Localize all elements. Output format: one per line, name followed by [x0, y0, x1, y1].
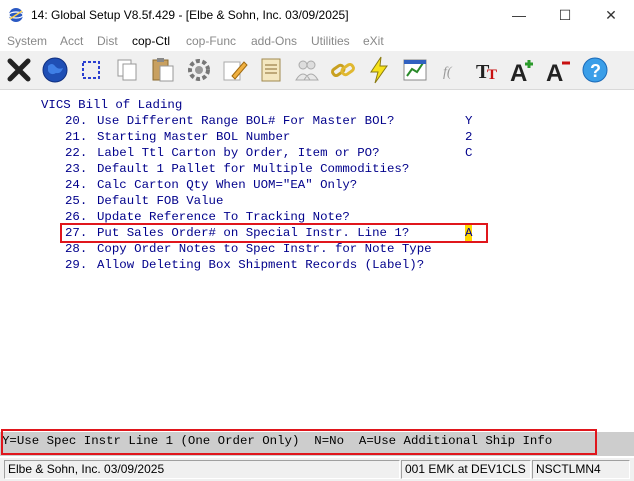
minimize-button[interactable]: — [496, 0, 542, 30]
menu-add-ons[interactable]: add-Ons [251, 34, 297, 48]
svg-text:f(: f( [443, 65, 453, 80]
option-label: Default 1 Pallet for Multiple Commoditie… [97, 162, 410, 176]
settings-icon[interactable] [183, 54, 215, 86]
option-label: Calc Carton Qty When UOM="EA" Only? [97, 178, 358, 192]
font-larger-icon[interactable]: A [507, 54, 539, 86]
svg-text:T: T [487, 67, 497, 83]
lightning-icon[interactable] [363, 54, 395, 86]
menu-system[interactable]: System [7, 34, 47, 48]
app-icon[interactable] [8, 7, 24, 23]
maximize-button[interactable]: ☐ [542, 0, 588, 30]
option-label: Default FOB Value [97, 194, 224, 208]
highlight-frame [60, 223, 488, 243]
edit-icon[interactable] [219, 54, 251, 86]
option-number: 22. [65, 146, 88, 160]
help-highlight-frame [1, 429, 597, 455]
status-session: 001 EMK at DEV1CLS [401, 460, 531, 479]
font-icon[interactable]: TT [471, 54, 503, 86]
option-number: 21. [65, 130, 88, 144]
option-number: 24. [65, 178, 88, 192]
option-value[interactable]: 2 [465, 129, 472, 145]
option-number: 25. [65, 194, 88, 208]
toolbar: f( TT A A ? [0, 51, 634, 90]
option-label: Starting Master BOL Number [97, 130, 291, 144]
script-icon[interactable]: f( [435, 54, 467, 86]
chain-icon[interactable] [327, 54, 359, 86]
menu-acct[interactable]: Acct [60, 34, 83, 48]
users-icon[interactable] [291, 54, 323, 86]
option-number: 20. [65, 114, 88, 128]
menu-exit[interactable]: eXit [363, 34, 384, 48]
menu-utilities[interactable]: Utilities [311, 34, 350, 48]
close-window-button[interactable]: ✕ [588, 0, 634, 30]
font-smaller-icon[interactable]: A [543, 54, 575, 86]
chart-icon[interactable] [399, 54, 431, 86]
svg-text:A: A [510, 60, 527, 86]
list-icon[interactable] [255, 54, 287, 86]
option-label: Use Different Range BOL# For Master BOL? [97, 114, 395, 128]
close-icon[interactable] [3, 54, 35, 86]
option-number: 23. [65, 162, 88, 176]
window-title: 14: Global Setup V8.5f.429 - [Elbe & Soh… [31, 8, 349, 22]
option-label: Copy Order Notes to Spec Instr. for Note… [97, 242, 432, 256]
select-icon[interactable] [75, 54, 107, 86]
svg-text:A: A [546, 60, 563, 86]
option-number: 29. [65, 258, 88, 272]
option-number: 28. [65, 242, 88, 256]
help-icon[interactable]: ? [579, 54, 611, 86]
menu-cop-ctl[interactable]: cop-Ctl [132, 34, 170, 48]
option-value[interactable]: C [465, 145, 472, 161]
title-bar: 14: Global Setup V8.5f.429 - [Elbe & Soh… [0, 0, 634, 30]
svg-text:?: ? [590, 61, 601, 81]
status-bar: Elbe & Sohn, Inc. 03/09/2025 001 EMK at … [0, 458, 634, 481]
option-label: Allow Deleting Box Shipment Records (Lab… [97, 258, 425, 272]
menu-bar: System Acct Dist cop-Ctl cop-Func add-On… [0, 31, 634, 50]
status-terminal: NSCTLMN4 [532, 460, 630, 479]
copy-icon[interactable] [111, 54, 143, 86]
paste-icon[interactable] [147, 54, 179, 86]
section-title: VICS Bill of Lading [41, 98, 183, 112]
menu-dist[interactable]: Dist [97, 34, 118, 48]
option-value[interactable]: Y [465, 113, 472, 129]
option-label: Label Ttl Carton by Order, Item or PO? [97, 146, 380, 160]
status-company: Elbe & Sohn, Inc. 03/09/2025 [4, 460, 400, 479]
globe-icon[interactable] [39, 54, 71, 86]
menu-cop-func[interactable]: cop-Func [186, 34, 236, 48]
